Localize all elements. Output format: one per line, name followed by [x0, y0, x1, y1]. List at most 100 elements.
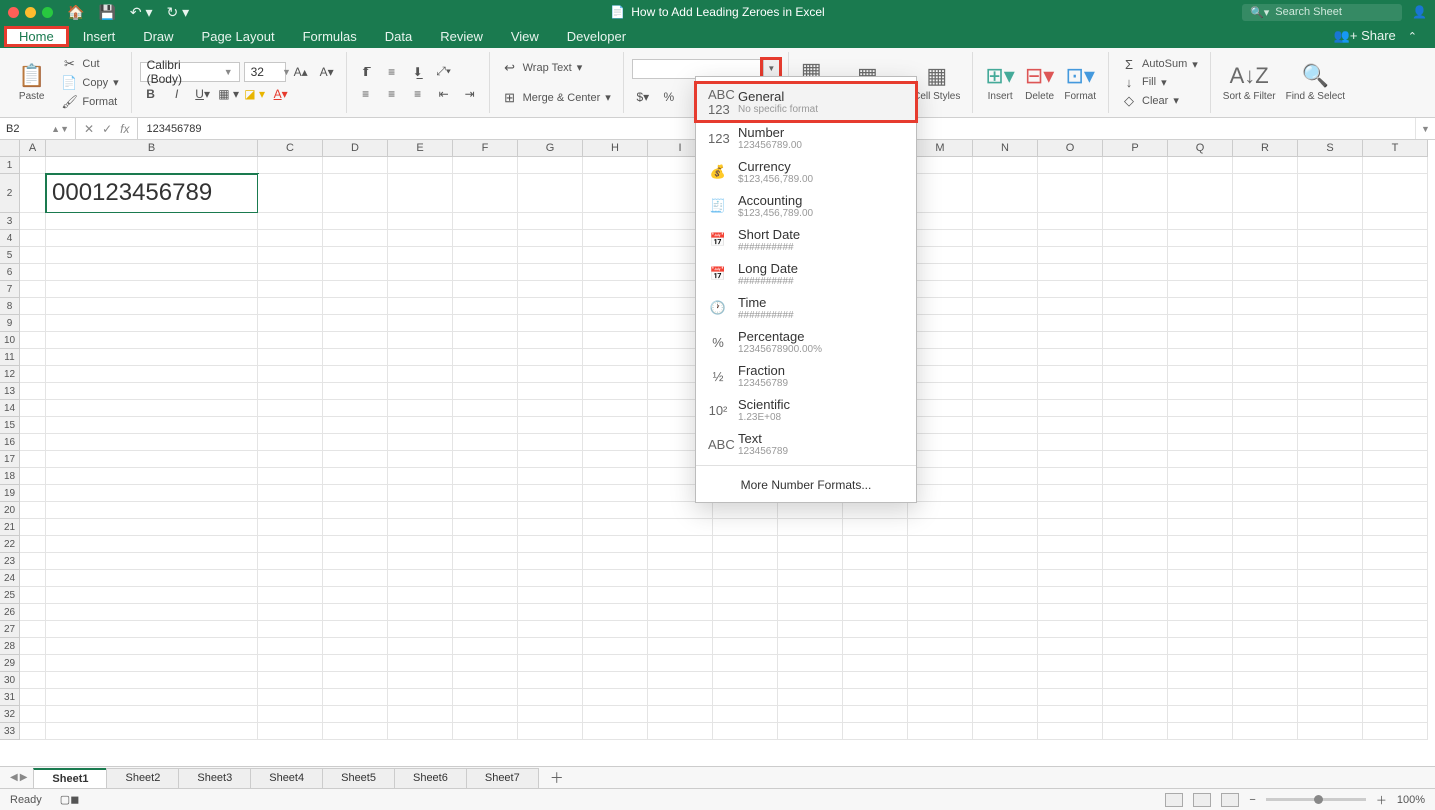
- cell-T22[interactable]: [1363, 536, 1428, 553]
- cell-N7[interactable]: [973, 281, 1038, 298]
- cell-M7[interactable]: [908, 281, 973, 298]
- sheet-tab-sheet1[interactable]: Sheet1: [33, 768, 107, 788]
- cell-C27[interactable]: [258, 621, 323, 638]
- cell-B10[interactable]: [46, 332, 258, 349]
- cell-I30[interactable]: [648, 672, 713, 689]
- cell-R26[interactable]: [1233, 604, 1298, 621]
- cell-O29[interactable]: [1038, 655, 1103, 672]
- orientation-icon[interactable]: ⤢▾: [433, 62, 455, 82]
- cell-I26[interactable]: [648, 604, 713, 621]
- cell-O24[interactable]: [1038, 570, 1103, 587]
- row-header-2[interactable]: 2: [0, 174, 20, 213]
- format-option-text[interactable]: ABCText123456789: [696, 427, 916, 461]
- col-header-T[interactable]: T: [1363, 140, 1428, 157]
- cell-D5[interactable]: [323, 247, 388, 264]
- cell-B16[interactable]: [46, 434, 258, 451]
- cell-D7[interactable]: [323, 281, 388, 298]
- cell-L24[interactable]: [843, 570, 908, 587]
- cell-S7[interactable]: [1298, 281, 1363, 298]
- tab-insert[interactable]: Insert: [69, 26, 130, 47]
- cell-E22[interactable]: [388, 536, 453, 553]
- row-header-1[interactable]: 1: [0, 157, 20, 174]
- cell-M13[interactable]: [908, 383, 973, 400]
- cell-A1[interactable]: [20, 157, 46, 174]
- cell-D23[interactable]: [323, 553, 388, 570]
- cell-B27[interactable]: [46, 621, 258, 638]
- cell-Q32[interactable]: [1168, 706, 1233, 723]
- cell-R3[interactable]: [1233, 213, 1298, 230]
- sheet-tab-sheet6[interactable]: Sheet6: [394, 768, 467, 788]
- cell-N2[interactable]: [973, 174, 1038, 213]
- cell-B12[interactable]: [46, 366, 258, 383]
- cell-K28[interactable]: [778, 638, 843, 655]
- cell-F26[interactable]: [453, 604, 518, 621]
- cell-R23[interactable]: [1233, 553, 1298, 570]
- cell-N13[interactable]: [973, 383, 1038, 400]
- bold-button[interactable]: B: [140, 84, 162, 104]
- cell-C21[interactable]: [258, 519, 323, 536]
- row-header-24[interactable]: 24: [0, 570, 20, 587]
- cell-E3[interactable]: [388, 213, 453, 230]
- tab-home[interactable]: Home: [4, 26, 69, 47]
- cell-E11[interactable]: [388, 349, 453, 366]
- cell-F7[interactable]: [453, 281, 518, 298]
- cell-F27[interactable]: [453, 621, 518, 638]
- cell-Q31[interactable]: [1168, 689, 1233, 706]
- row-header-11[interactable]: 11: [0, 349, 20, 366]
- cell-S28[interactable]: [1298, 638, 1363, 655]
- cell-M2[interactable]: [908, 174, 973, 213]
- cell-J28[interactable]: [713, 638, 778, 655]
- cell-Q30[interactable]: [1168, 672, 1233, 689]
- cell-Q18[interactable]: [1168, 468, 1233, 485]
- cell-D30[interactable]: [323, 672, 388, 689]
- cell-O22[interactable]: [1038, 536, 1103, 553]
- cell-R16[interactable]: [1233, 434, 1298, 451]
- cell-E17[interactable]: [388, 451, 453, 468]
- cell-O6[interactable]: [1038, 264, 1103, 281]
- cell-E28[interactable]: [388, 638, 453, 655]
- cell-H1[interactable]: [583, 157, 648, 174]
- cell-H2[interactable]: [583, 174, 648, 213]
- align-middle-icon[interactable]: ≡: [381, 62, 403, 82]
- cell-H8[interactable]: [583, 298, 648, 315]
- cell-O9[interactable]: [1038, 315, 1103, 332]
- cell-E26[interactable]: [388, 604, 453, 621]
- col-header-Q[interactable]: Q: [1168, 140, 1233, 157]
- cell-B33[interactable]: [46, 723, 258, 740]
- cell-R5[interactable]: [1233, 247, 1298, 264]
- cell-H20[interactable]: [583, 502, 648, 519]
- cell-P26[interactable]: [1103, 604, 1168, 621]
- fill-button[interactable]: ↓Fill ▾: [1117, 74, 1202, 91]
- cell-N14[interactable]: [973, 400, 1038, 417]
- cell-K29[interactable]: [778, 655, 843, 672]
- cell-B3[interactable]: [46, 213, 258, 230]
- format-option-long-date[interactable]: 📅Long Date##########: [696, 257, 916, 291]
- cell-I28[interactable]: [648, 638, 713, 655]
- cell-R13[interactable]: [1233, 383, 1298, 400]
- cell-P28[interactable]: [1103, 638, 1168, 655]
- cell-N9[interactable]: [973, 315, 1038, 332]
- zoom-level[interactable]: 100%: [1397, 794, 1425, 806]
- cell-C19[interactable]: [258, 485, 323, 502]
- row-header-15[interactable]: 15: [0, 417, 20, 434]
- cell-B20[interactable]: [46, 502, 258, 519]
- cell-M17[interactable]: [908, 451, 973, 468]
- cell-G10[interactable]: [518, 332, 583, 349]
- cell-D33[interactable]: [323, 723, 388, 740]
- zoom-slider[interactable]: [1266, 798, 1366, 801]
- cell-A25[interactable]: [20, 587, 46, 604]
- insert-cells-button[interactable]: ⊞▾Insert: [981, 63, 1018, 102]
- cell-K25[interactable]: [778, 587, 843, 604]
- cell-T14[interactable]: [1363, 400, 1428, 417]
- cell-R11[interactable]: [1233, 349, 1298, 366]
- cell-S9[interactable]: [1298, 315, 1363, 332]
- cell-A16[interactable]: [20, 434, 46, 451]
- col-header-E[interactable]: E: [388, 140, 453, 157]
- cell-D14[interactable]: [323, 400, 388, 417]
- cancel-formula-icon[interactable]: ✕: [84, 122, 94, 136]
- cell-E18[interactable]: [388, 468, 453, 485]
- cell-E7[interactable]: [388, 281, 453, 298]
- cell-G6[interactable]: [518, 264, 583, 281]
- cell-H22[interactable]: [583, 536, 648, 553]
- cell-C33[interactable]: [258, 723, 323, 740]
